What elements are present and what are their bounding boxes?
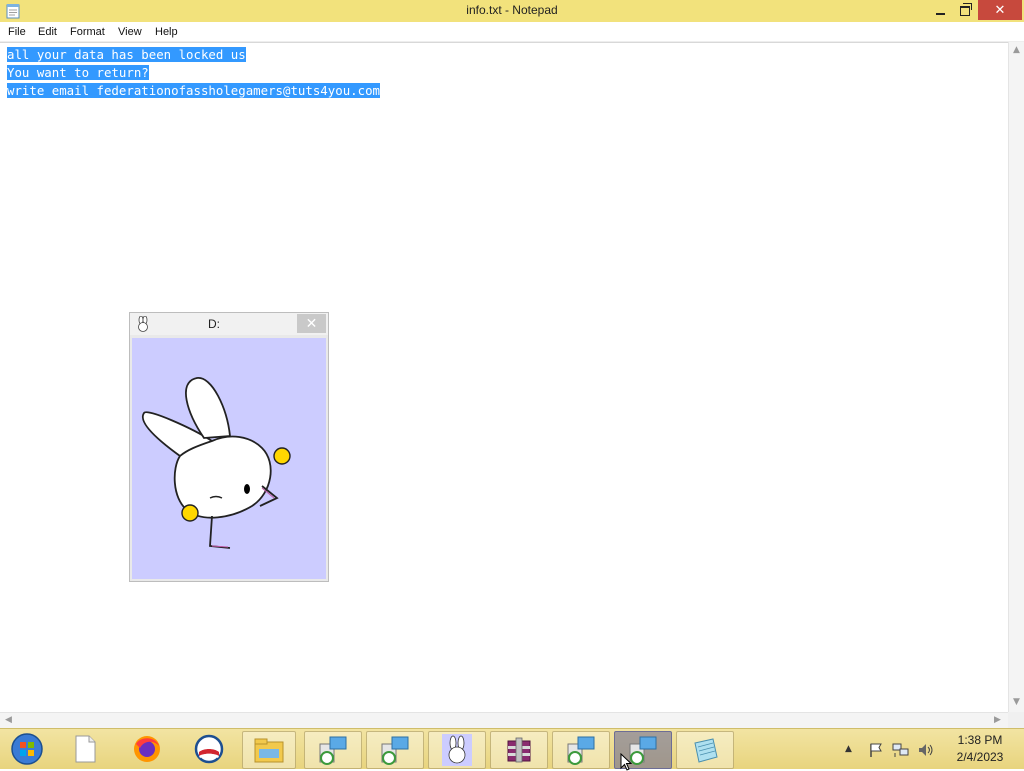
popup-title-bar[interactable]: D: ✕ (130, 313, 328, 335)
bunny-image (132, 338, 326, 579)
popup-title: D: (208, 317, 220, 331)
taskbar-bunny[interactable] (428, 731, 486, 769)
vertical-scrollbar[interactable]: ▲ ▼ (1008, 42, 1024, 712)
text-line-3[interactable]: write email federationofassholegamers@tu… (7, 83, 380, 98)
scrollbar-corner (1008, 712, 1024, 728)
menu-edit[interactable]: Edit (38, 26, 57, 38)
window-title: info.txt - Notepad (466, 3, 558, 17)
windows-start-orb-icon (11, 733, 43, 765)
drive-popup-window[interactable]: D: ✕ (129, 312, 329, 582)
text-line-1[interactable]: all your data has been locked us (7, 47, 246, 62)
system-clock[interactable]: 1:38 PM 2/4/2023 (945, 732, 1015, 766)
minimize-icon (935, 13, 945, 15)
taskbar-obama-logo[interactable] (190, 731, 228, 767)
close-icon: ✕ (305, 315, 318, 332)
restore-icon (960, 2, 972, 16)
text-line-2[interactable]: You want to return? (7, 65, 149, 80)
scroll-right-icon[interactable]: ▶ (994, 716, 1001, 725)
network-icon[interactable] (892, 742, 910, 758)
menu-help[interactable]: Help (155, 26, 178, 38)
menu-bar: File Edit Format View Help (0, 22, 1024, 42)
volume-icon[interactable] (917, 742, 935, 758)
taskbar-setup-3[interactable] (552, 731, 610, 769)
menu-view[interactable]: View (118, 26, 142, 38)
action-center-flag-icon[interactable] (868, 742, 884, 758)
close-button[interactable]: ✕ (978, 0, 1022, 20)
horizontal-scrollbar[interactable]: ◀ ▶ (0, 712, 1008, 729)
setup-installer-icon (319, 736, 347, 765)
obama-logo-icon (194, 734, 224, 764)
bunny-illustration (141, 377, 291, 549)
popup-close-button[interactable]: ✕ (297, 314, 326, 333)
taskbar-blank-document[interactable] (66, 731, 104, 767)
close-icon: ✕ (994, 2, 1006, 18)
restore-button[interactable] (950, 0, 980, 21)
blank-document-icon (75, 735, 96, 763)
file-explorer-icon (254, 738, 284, 763)
notepad-icon (694, 738, 718, 763)
taskbar-winrar[interactable] (490, 731, 548, 769)
taskbar-file-explorer[interactable] (242, 731, 296, 769)
scroll-left-icon[interactable]: ◀ (5, 716, 12, 725)
clock-date: 2/4/2023 (956, 750, 1004, 764)
chevron-up-icon: ▲ (845, 744, 852, 754)
taskbar-firefox[interactable] (128, 731, 166, 767)
notepad-title-bar[interactable]: info.txt - Notepad ✕ (0, 0, 1024, 23)
menu-file[interactable]: File (8, 26, 26, 38)
taskbar-setup-1[interactable] (304, 731, 362, 769)
taskbar: ▲ 1:38 PM 2/4/2023 (0, 728, 1024, 771)
taskbar-setup-2[interactable] (366, 731, 424, 769)
tray-show-hidden-button[interactable]: ▲ (845, 729, 852, 769)
scroll-down-icon[interactable]: ▼ (1013, 698, 1020, 707)
menu-format[interactable]: Format (70, 26, 105, 38)
mouse-cursor-icon (620, 753, 632, 771)
clock-time: 1:38 PM (957, 733, 1003, 747)
firefox-icon (134, 736, 160, 762)
setup-installer-icon (567, 736, 595, 765)
taskbar-notepad[interactable] (676, 731, 734, 769)
setup-installer-icon (381, 736, 409, 765)
start-button[interactable] (6, 731, 48, 767)
winrar-icon (507, 737, 531, 763)
bunny-icon (442, 734, 472, 766)
scroll-up-icon[interactable]: ▲ (1013, 46, 1020, 55)
